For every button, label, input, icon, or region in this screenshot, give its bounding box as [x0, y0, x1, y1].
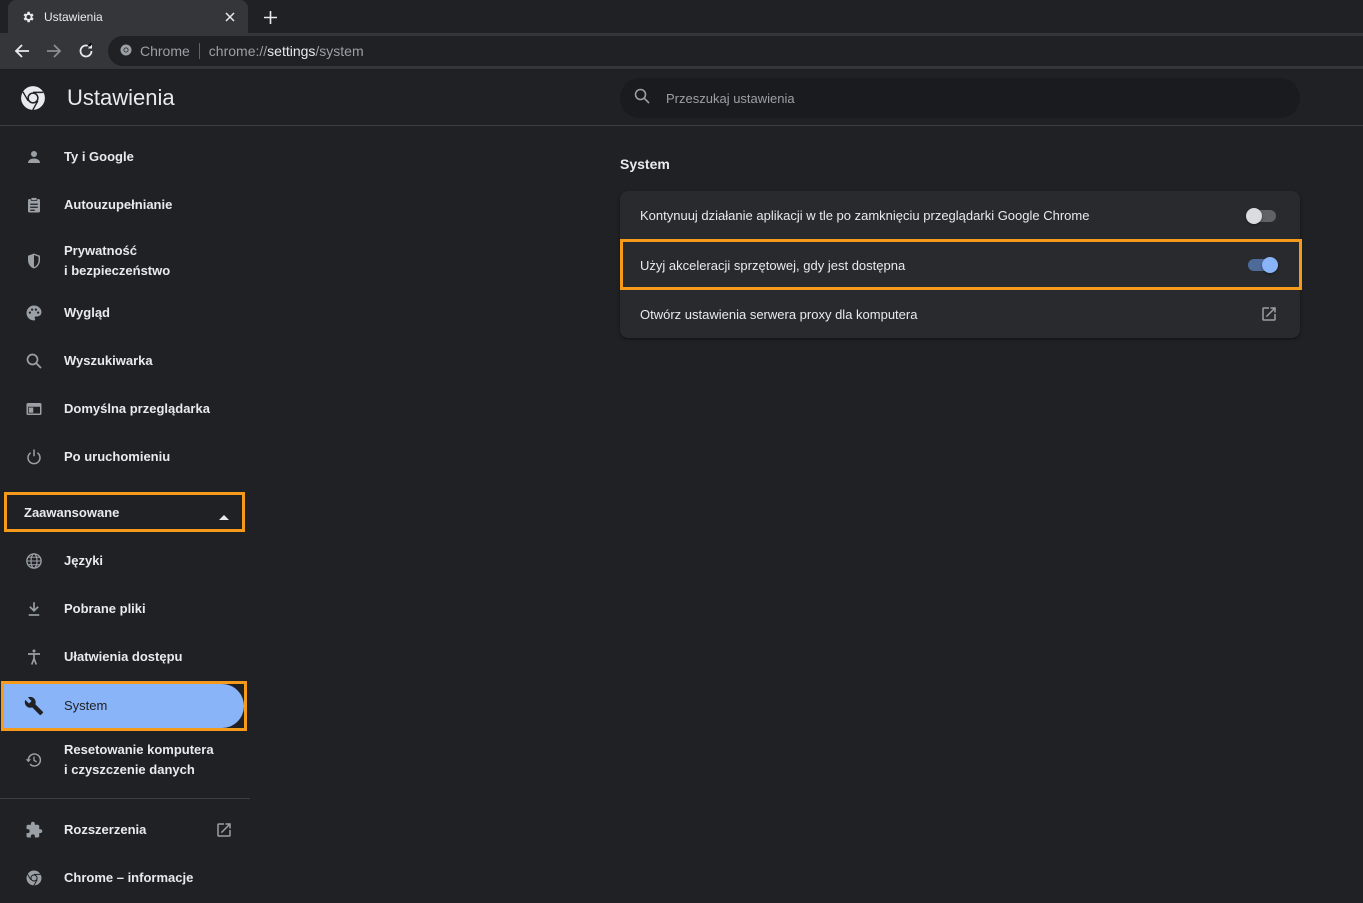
- back-arrow-icon: [14, 44, 29, 58]
- sidebar-item-appearance[interactable]: Wygląd: [0, 289, 250, 337]
- sidebar-item-label: Autouzupełnianie: [64, 197, 173, 212]
- palette-icon: [24, 303, 44, 323]
- toggle-knob: [1246, 207, 1262, 224]
- sidebar-item-label: Domyślna przeglądarka: [64, 401, 210, 416]
- reload-button[interactable]: [74, 39, 98, 63]
- sidebar-item-label: Języki: [64, 553, 104, 568]
- sidebar-item-extensions[interactable]: Rozszerzenia: [0, 806, 250, 854]
- section-title: System: [620, 156, 670, 172]
- sidebar-item-reset[interactable]: Resetowanie komputera i czyszczenie danyc…: [0, 734, 250, 786]
- new-tab-button[interactable]: [259, 6, 281, 28]
- browser-icon: [24, 399, 44, 419]
- arrow-up-icon: [219, 509, 229, 520]
- sidebar-item-label: Wyszukiwarka: [64, 353, 153, 368]
- chrome-icon: [24, 868, 44, 888]
- sidebar-item-search-engine[interactable]: Wyszukiwarka: [0, 337, 250, 385]
- setting-label: Kontynuuj działanie aplikacji w tle po z…: [640, 208, 1090, 223]
- setting-label: Użyj akceleracji sprzętowej, gdy jest do…: [640, 257, 906, 273]
- label-line-2: i bezpieczeństwo: [64, 263, 171, 278]
- sidebar-item-label: Chrome – informacje: [64, 870, 194, 885]
- sidebar-item-label: Po uruchomieniu: [64, 449, 171, 464]
- sidebar-item-accessibility[interactable]: Ułatwienia dostępu: [0, 633, 250, 681]
- sidebar-item-label: Ułatwienia dostępu: [64, 649, 183, 664]
- setting-row-hardware-acceleration[interactable]: Użyj akceleracji sprzętowej, gdy jest do…: [620, 240, 1300, 289]
- label-line-1: Resetowanie komputera: [64, 742, 214, 757]
- label-line-1: Prywatność: [64, 243, 137, 258]
- url-path: /system: [315, 43, 364, 59]
- accessibility-icon: [24, 647, 44, 667]
- chrome-site-icon: [120, 43, 132, 59]
- person-icon: [24, 147, 44, 167]
- search-icon: [24, 351, 44, 371]
- sidebar-item-label: Wygląd: [64, 305, 110, 320]
- globe-icon: [24, 551, 44, 571]
- sidebar-item-label: Ty i Google: [64, 149, 134, 164]
- reload-icon: [79, 43, 93, 58]
- shield-icon: [24, 251, 44, 271]
- tab-strip: Ustawienia: [0, 0, 1363, 33]
- chrome-logo-icon: [20, 85, 46, 111]
- site-label: Chrome: [140, 43, 190, 59]
- sidebar-item-label: Pobrane pliki: [64, 601, 146, 616]
- toolbar: Chrome chrome://settings/system: [0, 33, 1363, 70]
- search-input[interactable]: [666, 90, 1246, 106]
- sidebar-item-privacy[interactable]: Prywatność i bezpieczeństwo: [0, 235, 250, 287]
- sidebar-divider: [0, 798, 250, 799]
- gear-icon: [21, 10, 35, 24]
- omnibox-divider: [198, 43, 200, 59]
- puzzle-icon: [24, 820, 44, 840]
- address-bar[interactable]: Chrome chrome://settings/system: [108, 36, 1363, 66]
- sidebar-item-languages[interactable]: Języki: [0, 537, 250, 585]
- setting-label: Otwórz ustawienia serwera proxy dla komp…: [640, 306, 918, 322]
- open-in-new-icon: [215, 821, 233, 839]
- url-scheme: chrome://: [208, 43, 268, 59]
- forward-button[interactable]: [42, 39, 66, 63]
- hardware-acceleration-toggle[interactable]: [1246, 254, 1278, 276]
- clipboard-icon: [24, 195, 44, 215]
- advanced-label: Zaawansowane: [24, 505, 120, 520]
- sidebar-item-label: System: [64, 698, 108, 713]
- sidebar-item-system[interactable]: System: [4, 684, 244, 728]
- tab-settings[interactable]: Ustawienia: [8, 0, 248, 33]
- history-icon: [24, 750, 44, 770]
- page-title: Ustawienia: [67, 85, 175, 110]
- power-icon: [24, 447, 44, 467]
- sidebar-item-label: Prywatność i bezpieczeństwo: [64, 241, 170, 281]
- advanced-section-toggle[interactable]: Zaawansowane: [4, 492, 245, 532]
- close-icon[interactable]: [222, 9, 238, 25]
- setting-row-background-apps[interactable]: Kontynuuj działanie aplikacji w tle po z…: [620, 191, 1300, 240]
- download-icon: [24, 599, 44, 619]
- settings-header: Ustawienia: [0, 70, 1363, 126]
- tab-title: Ustawienia: [44, 9, 103, 24]
- sidebar-item-about-chrome[interactable]: Chrome – informacje: [0, 854, 250, 902]
- setting-row-proxy[interactable]: Otwórz ustawienia serwera proxy dla komp…: [620, 289, 1300, 338]
- open-in-new-icon[interactable]: [1260, 305, 1278, 323]
- settings-search[interactable]: [620, 78, 1300, 118]
- system-settings-card: Kontynuuj działanie aplikacji w tle po z…: [620, 191, 1300, 338]
- background-apps-toggle[interactable]: [1246, 205, 1278, 227]
- sidebar-item-label: Rozszerzenia: [64, 822, 147, 837]
- sidebar-item-default-browser[interactable]: Domyślna przeglądarka: [0, 385, 250, 433]
- toggle-knob: [1262, 257, 1278, 273]
- label-line-2: i czyszczenie danych: [64, 762, 195, 777]
- sidebar-item-label: Resetowanie komputera i czyszczenie danyc…: [64, 740, 214, 780]
- sidebar-item-autofill[interactable]: Autouzupełnianie: [0, 181, 250, 229]
- back-button[interactable]: [10, 39, 34, 63]
- forward-arrow-icon: [47, 44, 62, 58]
- sidebar-item-you-and-google[interactable]: Ty i Google: [0, 133, 250, 181]
- wrench-icon: [24, 696, 44, 716]
- sidebar-item-on-startup[interactable]: Po uruchomieniu: [0, 433, 250, 481]
- sidebar-item-downloads[interactable]: Pobrane pliki: [0, 585, 250, 633]
- url-host: settings: [267, 43, 316, 59]
- search-icon: [634, 88, 650, 109]
